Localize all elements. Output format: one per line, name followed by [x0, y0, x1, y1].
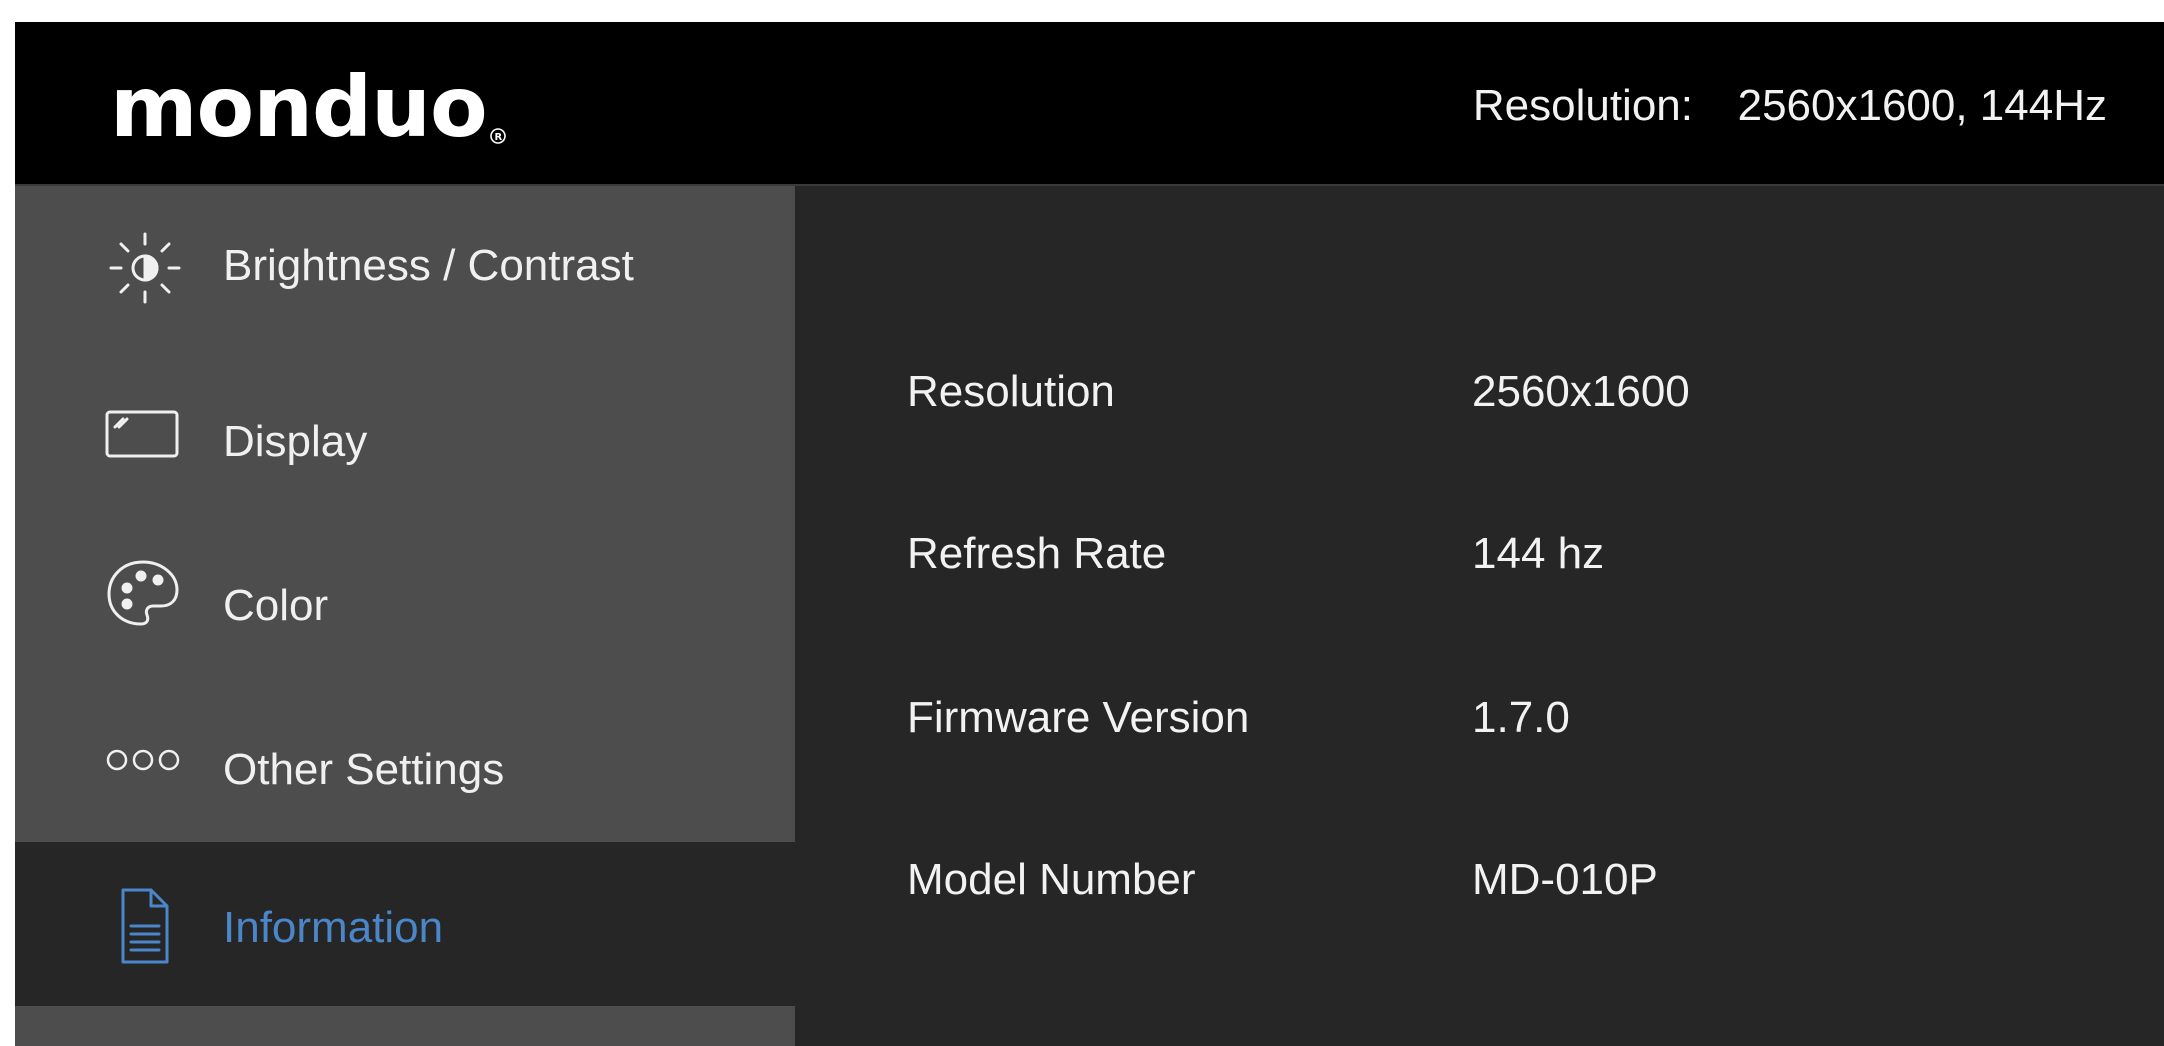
- sidebar-item-label: Brightness / Contrast: [223, 241, 634, 290]
- info-model-number-label: Model Number: [907, 855, 1196, 904]
- sidebar-item-label: Color: [223, 581, 329, 630]
- sidebar-next-item-partial: [15, 1028, 795, 1046]
- sidebar-item-label: Information: [223, 903, 444, 952]
- osd-header: monduo R Resolution: 2560x1600, 144Hz: [15, 22, 2164, 186]
- info-firmware-version-label: Firmware Version: [907, 693, 1250, 742]
- svg-text:monduo: monduo: [110, 62, 487, 152]
- more-dots-icon: [103, 720, 183, 800]
- palette-icon: [103, 554, 183, 634]
- info-firmware-version-value: 1.7.0: [1472, 693, 1570, 742]
- info-model-number-value: MD-010P: [1472, 855, 1658, 904]
- info-refresh-rate-value: 144 hz: [1472, 529, 1605, 578]
- svg-text:R: R: [495, 132, 503, 143]
- brightness-icon: [105, 228, 185, 308]
- information-panel: Resolution 2560x1600 Refresh Rate 144 hz…: [795, 186, 2164, 1046]
- sidebar-item-brightness-contrast[interactable]: Brightness / Contrast: [15, 186, 795, 350]
- info-resolution-label: Resolution: [907, 367, 1115, 416]
- sidebar-item-information[interactable]: Information: [15, 842, 795, 1006]
- sidebar-item-other-settings[interactable]: Other Settings: [15, 678, 795, 842]
- monitor-osd-window: monduo R Resolution: 2560x1600, 144Hz Br…: [15, 22, 2164, 1046]
- header-resolution-label: Resolution:: [1472, 81, 1693, 130]
- sidebar-item-label: Other Settings: [223, 745, 505, 794]
- sidebar-menu: Brightness / Contrast Display Color Othe…: [15, 186, 795, 1046]
- header-resolution-value: 2560x1600, 144Hz: [1737, 81, 2107, 130]
- sidebar-item-label: Display: [223, 417, 368, 466]
- monduo-logo: monduo R: [110, 58, 510, 156]
- info-refresh-rate-label: Refresh Rate: [907, 529, 1167, 578]
- sidebar-item-color[interactable]: Color: [15, 514, 795, 678]
- document-icon: [115, 886, 195, 966]
- sidebar-item-display[interactable]: Display: [15, 350, 795, 514]
- display-icon: [103, 394, 183, 474]
- info-resolution-value: 2560x1600: [1472, 367, 1690, 416]
